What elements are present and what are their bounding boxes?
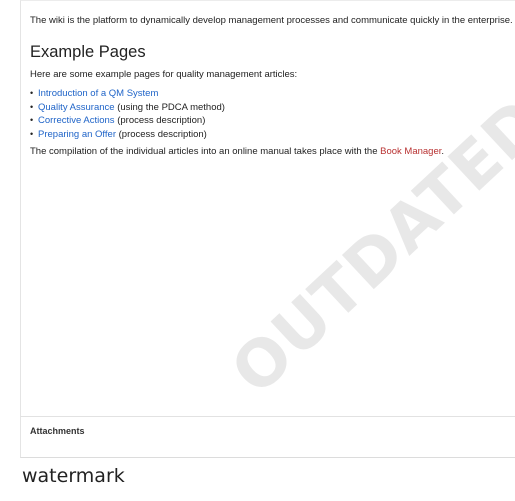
list-item: • Preparing an Offer (process descriptio… — [30, 128, 515, 142]
section-heading: Example Pages — [30, 43, 146, 61]
bullet-icon: • — [30, 88, 34, 98]
list-item: • Introduction of a QM System — [30, 87, 515, 101]
example-pages-list: • Introduction of a QM System • Quality … — [30, 87, 515, 141]
link-quality-assurance[interactable]: Quality Assurance — [38, 102, 115, 113]
link-book-manager[interactable]: Book Manager — [380, 146, 441, 157]
list-item: • Corrective Actions (process descriptio… — [30, 114, 515, 128]
wiki-page: OUTDATED The wiki is the platform to dyn… — [0, 0, 515, 501]
compilation-period: . — [441, 146, 445, 157]
compilation-paragraph: The compilation of the individual articl… — [30, 145, 515, 159]
attachments-divider — [20, 416, 515, 417]
caption-label: watermark — [22, 465, 125, 487]
attachments-heading[interactable]: Attachments — [30, 426, 85, 436]
link-introduction-qm-system[interactable]: Introduction of a QM System — [38, 88, 158, 99]
compilation-text: The compilation of the individual articl… — [30, 146, 381, 157]
bullet-icon: • — [30, 101, 34, 112]
list-item-suffix: (process description) — [114, 115, 206, 126]
article-content: The wiki is the platform to dynamically … — [30, 14, 515, 164]
link-preparing-an-offer[interactable]: Preparing an Offer — [38, 129, 116, 140]
bullet-icon: • — [30, 128, 34, 139]
link-corrective-actions[interactable]: Corrective Actions — [38, 115, 115, 126]
intro-paragraph: The wiki is the platform to dynamically … — [30, 15, 513, 26]
list-item-suffix: (process description) — [115, 128, 207, 140]
list-item-suffix: (using the PDCA method) — [114, 101, 225, 113]
list-item: • Quality Assurance (using the PDCA meth… — [30, 101, 515, 115]
bullet-icon: • — [30, 115, 34, 125]
section-intro: Here are some example pages for quality … — [30, 69, 298, 80]
